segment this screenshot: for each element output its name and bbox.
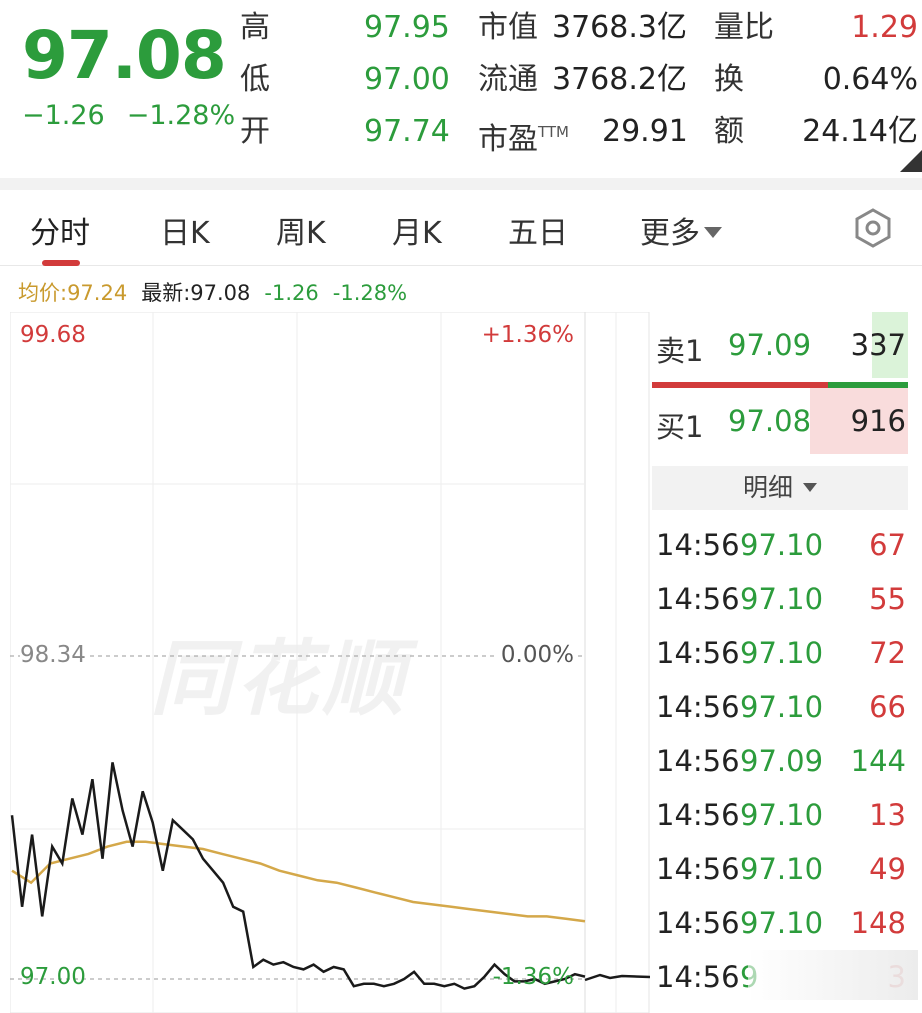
tab-more[interactable]: 更多 bbox=[640, 208, 722, 252]
float-label: 流通 bbox=[478, 62, 538, 97]
trade-time: 14:56 bbox=[656, 528, 740, 562]
price-change: −1.26 −1.28% bbox=[22, 100, 257, 131]
trade-tick-row: 14:56 97.10 55 bbox=[652, 572, 908, 626]
info-change-text: -1.26 bbox=[264, 281, 319, 305]
quote-header: 97.08 −1.26 −1.28% 高 97.95 低 97.00 开 97.7… bbox=[0, 0, 922, 178]
pct-axis-mid-label: 0.00% bbox=[496, 642, 574, 668]
trade-price: 97.10 bbox=[740, 852, 824, 886]
buy-1-volume: 916 bbox=[850, 404, 906, 438]
trade-volume: 49 bbox=[869, 852, 906, 886]
trade-tick-row: 14:56 97.10 66 bbox=[652, 680, 908, 734]
y-axis-top-label: 99.68 bbox=[20, 322, 86, 348]
pe-value: 29.91 bbox=[602, 114, 688, 149]
buy-1-row: 买1 97.08 916 bbox=[652, 388, 908, 454]
trade-tick-row: 14:56 97.10 49 bbox=[652, 842, 908, 896]
trade-tick-row: 14:56 97.10 72 bbox=[652, 626, 908, 680]
caret-down-icon bbox=[704, 227, 722, 238]
trade-volume: 67 bbox=[869, 528, 906, 562]
after-hours-line bbox=[584, 973, 650, 982]
turnover-value: 0.64% bbox=[822, 62, 918, 97]
intraday-info-line: 均价:97.24 最新:97.08 -1.26 -1.28% bbox=[18, 277, 421, 307]
trade-price: 97.09 bbox=[740, 744, 824, 778]
current-price: 97.08 bbox=[22, 17, 227, 94]
trade-volume: 66 bbox=[869, 690, 906, 724]
tab-intraday[interactable]: 分时 bbox=[30, 208, 90, 252]
mktcap-value: 3768.3亿 bbox=[552, 10, 687, 45]
amount-label: 额 bbox=[714, 114, 744, 149]
pct-axis-bottom-label: -1.36% bbox=[492, 964, 574, 990]
high-label: 高 bbox=[240, 10, 270, 45]
trade-volume: 55 bbox=[869, 582, 906, 616]
avg-price-line bbox=[11, 840, 586, 923]
sell-1-row: 卖1 97.09 337 bbox=[652, 312, 908, 378]
trade-price: 97.10 bbox=[740, 582, 824, 616]
trade-volume: 148 bbox=[850, 906, 906, 940]
tab-weekly-k[interactable]: 周K bbox=[276, 208, 326, 252]
amount-value: 24.14亿 bbox=[802, 114, 918, 149]
trade-volume: 144 bbox=[850, 744, 906, 778]
sell-1-price: 97.09 bbox=[728, 328, 812, 362]
section-divider bbox=[0, 178, 922, 190]
info-change-pct-text: -1.28% bbox=[332, 281, 408, 305]
sell-1-label: 卖1 bbox=[656, 334, 704, 368]
trade-price: 97.10 bbox=[740, 636, 824, 670]
sell-1-volume: 337 bbox=[850, 328, 906, 362]
low-value: 97.00 bbox=[364, 62, 450, 97]
expand-corner-icon[interactable] bbox=[900, 150, 922, 172]
trade-time: 14:56 bbox=[656, 960, 740, 994]
trade-tick-row: 14:56 97.09 144 bbox=[652, 734, 908, 788]
mktcap-label: 市值 bbox=[478, 10, 538, 45]
detail-dropdown[interactable]: 明细 bbox=[652, 466, 908, 510]
trade-time: 14:56 bbox=[656, 798, 740, 832]
chart-period-tabs: 分时 日K 周K 月K 五日 更多 bbox=[0, 190, 922, 266]
active-tab-indicator bbox=[42, 260, 80, 266]
volratio-value: 1.29 bbox=[851, 10, 918, 45]
intraday-chart[interactable]: 同花顺 99.68 98.34 97.00 +1.36% 0.00% -1.36… bbox=[10, 312, 650, 1013]
tab-daily-k[interactable]: 日K bbox=[160, 208, 210, 252]
pe-ttm-sup: TTM bbox=[538, 123, 570, 141]
trade-volume: 72 bbox=[869, 636, 906, 670]
trade-price: 97.10 bbox=[740, 798, 824, 832]
trade-time: 14:56 bbox=[656, 906, 740, 940]
trade-tick-row: 14:5693 bbox=[652, 950, 918, 1004]
trade-price: 97.10 bbox=[740, 906, 824, 940]
avg-price-text: 均价:97.24 bbox=[18, 281, 128, 305]
detail-label: 明细 bbox=[742, 473, 793, 502]
tab-more-label: 更多 bbox=[640, 216, 700, 251]
trade-price: 97.10 bbox=[740, 690, 824, 724]
trade-tick-row: 14:56 97.10 67 bbox=[652, 518, 908, 572]
change-value: −1.26 bbox=[22, 100, 105, 131]
trade-volume: 13 bbox=[869, 798, 906, 832]
hexagon-settings-icon[interactable] bbox=[852, 207, 894, 249]
trade-time: 14:56 bbox=[656, 744, 740, 778]
obscured-overlay bbox=[748, 950, 918, 1000]
pct-axis-top-label: +1.36% bbox=[481, 322, 574, 348]
trade-tick-row: 14:56 97.10 148 bbox=[652, 896, 908, 950]
y-axis-mid-label: 98.34 bbox=[20, 642, 90, 668]
trade-time: 14:56 bbox=[656, 852, 740, 886]
pe-label: 市盈TTM bbox=[478, 114, 569, 158]
buy-1-price: 97.08 bbox=[728, 404, 812, 438]
volratio-label: 量比 bbox=[714, 10, 774, 45]
float-value: 3768.2亿 bbox=[552, 62, 687, 97]
turnover-label: 换 bbox=[714, 62, 744, 97]
caret-down-icon bbox=[803, 483, 817, 492]
latest-price-text: 最新:97.08 bbox=[141, 281, 251, 305]
tab-five-day[interactable]: 五日 bbox=[508, 208, 568, 252]
trade-time: 14:56 bbox=[656, 690, 740, 724]
open-value: 97.74 bbox=[364, 114, 450, 149]
trade-time: 14:56 bbox=[656, 636, 740, 670]
y-axis-bottom-label: 97.00 bbox=[20, 964, 86, 990]
low-label: 低 bbox=[240, 62, 270, 97]
tab-monthly-k[interactable]: 月K bbox=[392, 208, 442, 252]
trade-price: 97.10 bbox=[740, 528, 824, 562]
trade-time: 14:56 bbox=[656, 582, 740, 616]
buy-1-label: 买1 bbox=[656, 410, 704, 444]
change-percent: −1.28% bbox=[126, 100, 236, 131]
trade-tick-row: 14:56 97.10 13 bbox=[652, 788, 908, 842]
pe-label-text: 市盈 bbox=[478, 122, 538, 157]
high-value: 97.95 bbox=[364, 10, 450, 45]
open-label: 开 bbox=[240, 114, 270, 149]
